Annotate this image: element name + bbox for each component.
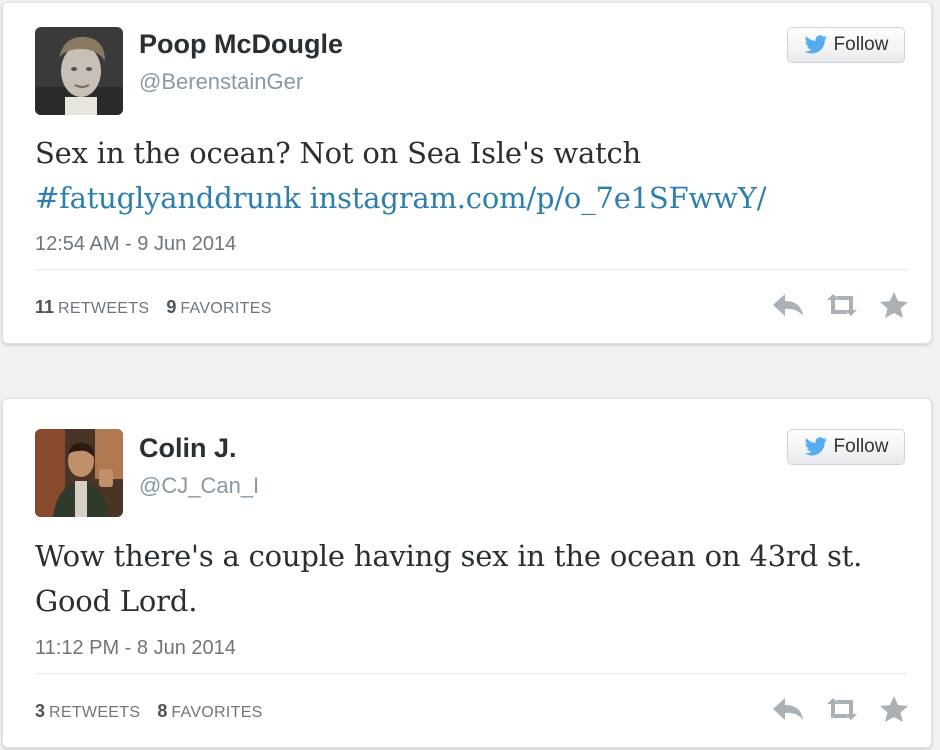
tweet-text: Wow there's a couple having sex in the o…	[35, 534, 895, 624]
avatar[interactable]	[35, 429, 123, 517]
tweet-card: Poop McDougle @BerenstainGer Follow Sex …	[2, 2, 932, 344]
hashtag-link[interactable]: #fatuglyanddrunk	[35, 181, 301, 215]
follow-button[interactable]: Follow	[787, 27, 905, 63]
reply-icon[interactable]	[771, 696, 805, 722]
timestamp[interactable]: 12:54 AM - 9 Jun 2014	[35, 233, 236, 256]
follow-button[interactable]: Follow	[787, 429, 905, 465]
timestamp[interactable]: 11:12 PM - 8 Jun 2014	[35, 637, 236, 660]
retweet-icon[interactable]	[823, 292, 861, 318]
display-name[interactable]: Poop McDougle	[139, 29, 343, 60]
tweet-card: Colin J. @CJ_Can_I Follow Wow there's a …	[2, 398, 932, 748]
divider	[35, 269, 907, 270]
star-icon[interactable]	[879, 695, 909, 723]
tweet-text-plain: Sex in the ocean? Not on Sea Isle's watc…	[35, 136, 642, 170]
favorites-label[interactable]: FAVORITES	[171, 704, 262, 721]
url-link[interactable]: instagram.com/p/o_7e1SFwwY/	[310, 181, 767, 215]
tweet-actions	[771, 291, 909, 319]
user-handle[interactable]: @BerenstainGer	[139, 69, 303, 95]
avatar[interactable]	[35, 27, 123, 115]
retweets-label[interactable]: RETWEETS	[58, 300, 149, 317]
tweet-text: Sex in the ocean? Not on Sea Isle's watc…	[35, 131, 895, 221]
user-handle[interactable]: @CJ_Can_I	[139, 473, 259, 499]
star-icon[interactable]	[879, 291, 909, 319]
tweet-stats: 3 RETWEETS 8 FAVORITES	[35, 701, 275, 722]
tweet-stats: 11 RETWEETS 9 FAVORITES	[35, 297, 284, 318]
display-name[interactable]: Colin J.	[139, 433, 237, 464]
follow-label: Follow	[833, 34, 889, 55]
tweet-actions	[771, 695, 909, 723]
retweets-label[interactable]: RETWEETS	[49, 704, 140, 721]
twitter-bird-icon	[804, 437, 827, 456]
twitter-bird-icon	[804, 35, 827, 54]
retweet-icon[interactable]	[823, 696, 861, 722]
favorites-count[interactable]: 8	[157, 701, 167, 721]
favorites-count[interactable]: 9	[166, 297, 176, 317]
retweets-count[interactable]: 11	[35, 297, 54, 317]
favorites-label[interactable]: FAVORITES	[180, 300, 271, 317]
follow-label: Follow	[833, 436, 889, 457]
reply-icon[interactable]	[771, 292, 805, 318]
divider	[35, 673, 907, 674]
retweets-count[interactable]: 3	[35, 701, 45, 721]
tweet-text-plain: Wow there's a couple having sex in the o…	[35, 539, 863, 618]
